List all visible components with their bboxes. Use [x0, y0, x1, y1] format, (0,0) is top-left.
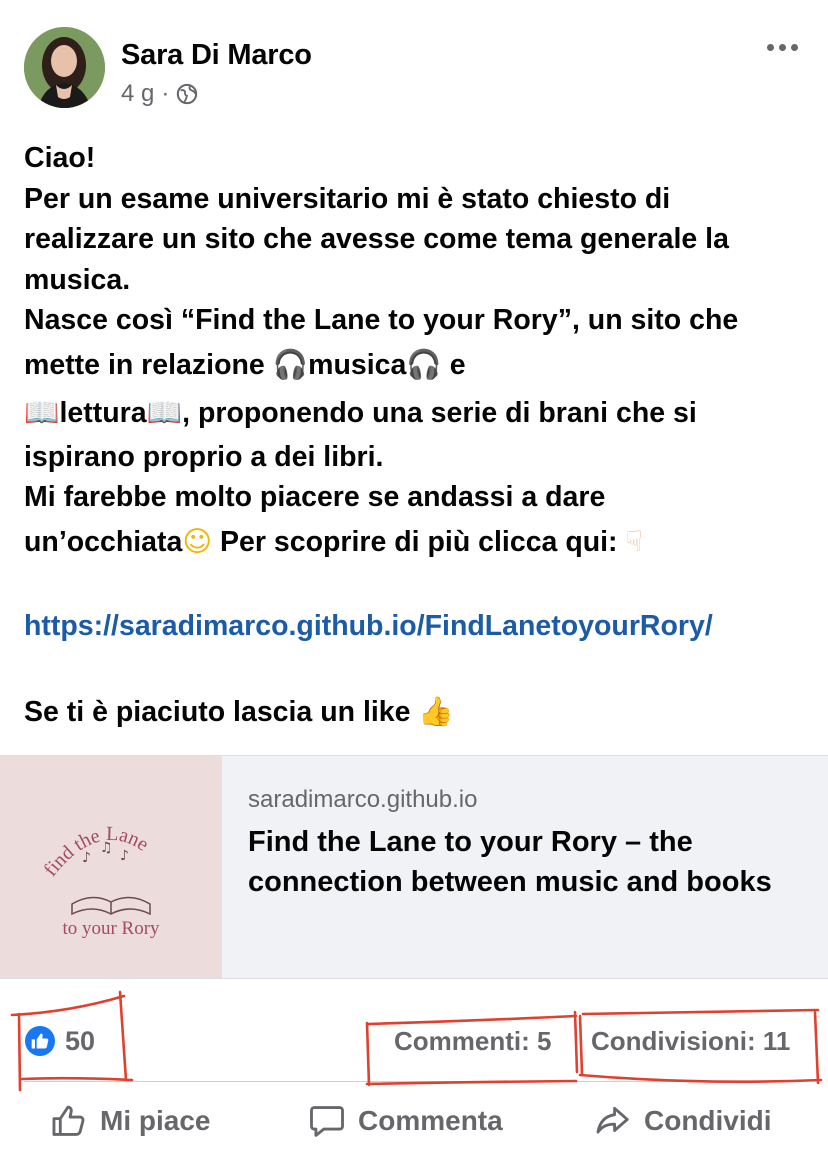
post-line: 📖lettura📖, proponendo una serie di brani… — [24, 389, 804, 437]
post-text-fragment: mette in relazione — [24, 348, 273, 381]
point-down-icon: ☟ — [625, 524, 643, 558]
post-meta: 4 g · — [121, 80, 198, 108]
comment-count[interactable]: Commenti: 5 — [394, 1026, 551, 1057]
link-preview-domain: saradimarco.github.io — [248, 786, 478, 813]
post-time[interactable]: 4 g — [121, 80, 154, 108]
post-text-fragment: musica — [308, 348, 407, 381]
comment-icon — [310, 1106, 344, 1137]
thumbs-up-outline-icon — [52, 1105, 85, 1136]
svg-text:♪: ♪ — [120, 848, 129, 864]
share-count[interactable]: Condivisioni: 11 — [591, 1026, 790, 1057]
share-button[interactable]: Condividi — [594, 1100, 772, 1142]
post-line: un’occhiata☺ Per scoprire di più clicca … — [24, 518, 804, 566]
thumbs-up-icon: 👍 — [418, 695, 454, 728]
share-arrow-icon — [596, 1106, 629, 1134]
comment-button[interactable]: Commenta — [308, 1100, 503, 1142]
post-text-fragment: Se ti è piaciuto lascia un like — [24, 696, 419, 728]
meta-separator: · — [161, 80, 170, 107]
globe-icon — [177, 83, 198, 105]
svg-text:♪: ♪ — [82, 850, 91, 866]
book-icon: 📖 — [146, 395, 183, 429]
smile-icon: ☺ — [182, 524, 213, 558]
svg-text:♫: ♫ — [100, 840, 113, 856]
like-reaction-icon[interactable] — [25, 1026, 55, 1056]
post-text-fragment: , proponendo una serie di brani che si — [182, 396, 697, 429]
post-line: mette in relazione 🎧musica🎧 e — [24, 341, 804, 389]
like-count[interactable]: 50 — [65, 1026, 95, 1057]
share-button-label: Condividi — [644, 1105, 772, 1136]
headphones-icon: 🎧 — [406, 347, 442, 381]
headphones-icon: 🎧 — [272, 347, 309, 381]
post-line: Ciao! — [24, 142, 96, 174]
preview-logo-text-bottom: to your Rory — [62, 918, 160, 939]
post-line: Per un esame universitario mi è stato ch… — [24, 182, 671, 215]
post-text-fragment: e — [441, 348, 466, 381]
post-text-fragment: Per scoprire di più clicca qui: — [212, 525, 626, 558]
post-link[interactable]: https://saradimarco.github.io/FindLaneto… — [24, 606, 804, 647]
avatar[interactable] — [24, 27, 105, 108]
post-line: ispirano proprio a dei libri. — [24, 440, 384, 473]
post-text: Ciao! Per un esame universitario mi è st… — [24, 138, 804, 737]
link-preview-title[interactable]: Find the Lane to your Rory – the connect… — [248, 822, 788, 902]
link-preview-card[interactable]: find the Lane ♪ ♫ ♪ to your Rory saradim… — [0, 755, 828, 979]
post-text-fragment: un’occhiata — [24, 525, 183, 558]
post-line: musica. — [24, 263, 131, 296]
comment-button-label: Commenta — [358, 1105, 503, 1136]
author-name[interactable]: Sara Di Marco — [121, 39, 312, 72]
like-button-label: Mi piace — [100, 1105, 211, 1136]
post-line: realizzare un sito che avesse come tema … — [24, 223, 729, 255]
book-icon: 📖 — [24, 395, 60, 429]
post-line: Nasce così “Find the Lane to your Rory”,… — [24, 304, 739, 336]
like-button[interactable]: Mi piace — [50, 1100, 210, 1142]
link-preview-image[interactable]: find the Lane ♪ ♫ ♪ to your Rory — [0, 756, 222, 978]
post-line: Se ti è piaciuto lascia un like 👍 — [24, 687, 804, 737]
divider — [24, 1081, 804, 1082]
post-text-fragment: lettura — [59, 396, 147, 429]
more-options-icon[interactable] — [764, 35, 800, 59]
post-line: Mi farebbe molto piacere se andassi a da… — [24, 481, 606, 513]
